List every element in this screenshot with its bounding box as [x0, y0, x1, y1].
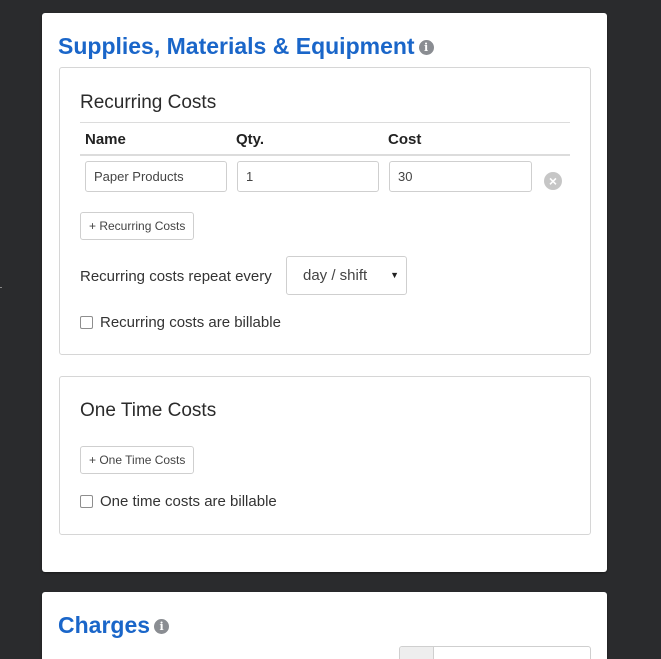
supplies-card: Supplies, Materials & Equipment i Recurr… [42, 13, 607, 572]
recurring-billable-label[interactable]: Recurring costs are billable [100, 314, 281, 331]
charges-input-addon [400, 647, 434, 659]
column-header-cost: Cost [388, 131, 422, 148]
column-header-name: Name [85, 131, 126, 148]
charges-card: Charges i [42, 592, 607, 659]
repeat-frequency-value: day / shift [303, 267, 368, 284]
caret-down-icon: ▼ [390, 270, 399, 280]
item-name-input[interactable]: Paper Products [85, 161, 227, 192]
item-cost-input[interactable]: 30 [389, 161, 532, 192]
one-time-costs-section: One Time Costs + One Time Costs One time… [59, 376, 591, 535]
recurring-billable-checkbox[interactable] [80, 316, 93, 329]
recurring-costs-table-header: Name Qty. Cost [80, 122, 570, 156]
info-icon[interactable]: i [418, 40, 434, 55]
column-header-qty: Qty. [236, 131, 265, 148]
charges-card-title: Charges i [58, 612, 170, 639]
recurring-billable-row[interactable]: Recurring costs are billable [80, 314, 281, 331]
supplies-card-title: Supplies, Materials & Equipment i [58, 33, 434, 60]
recurring-costs-title: Recurring Costs [80, 92, 217, 113]
repeat-label: Recurring costs repeat every [80, 268, 272, 285]
one-time-billable-label[interactable]: One time costs are billable [100, 493, 277, 510]
add-one-time-cost-button[interactable]: + One Time Costs [80, 446, 195, 474]
item-qty-input[interactable]: 1 [237, 161, 379, 192]
one-time-costs-title: One Time Costs [80, 400, 217, 421]
supplies-title-text: Supplies, Materials & Equipment [58, 33, 415, 59]
info-icon[interactable]: i [154, 619, 170, 634]
repeat-frequency-select[interactable]: day / shift ▼ [286, 256, 407, 295]
charges-input-group[interactable] [399, 646, 591, 659]
recurring-costs-section: Recurring Costs Name Qty. Cost Paper Pro… [59, 67, 591, 355]
add-recurring-cost-button[interactable]: + Recurring Costs [80, 212, 195, 240]
remove-row-icon[interactable]: × [544, 172, 562, 190]
one-time-billable-checkbox[interactable] [80, 495, 93, 508]
charges-title-text: Charges [58, 612, 151, 638]
one-time-billable-row[interactable]: One time costs are billable [80, 493, 277, 510]
background-mark [0, 287, 2, 288]
